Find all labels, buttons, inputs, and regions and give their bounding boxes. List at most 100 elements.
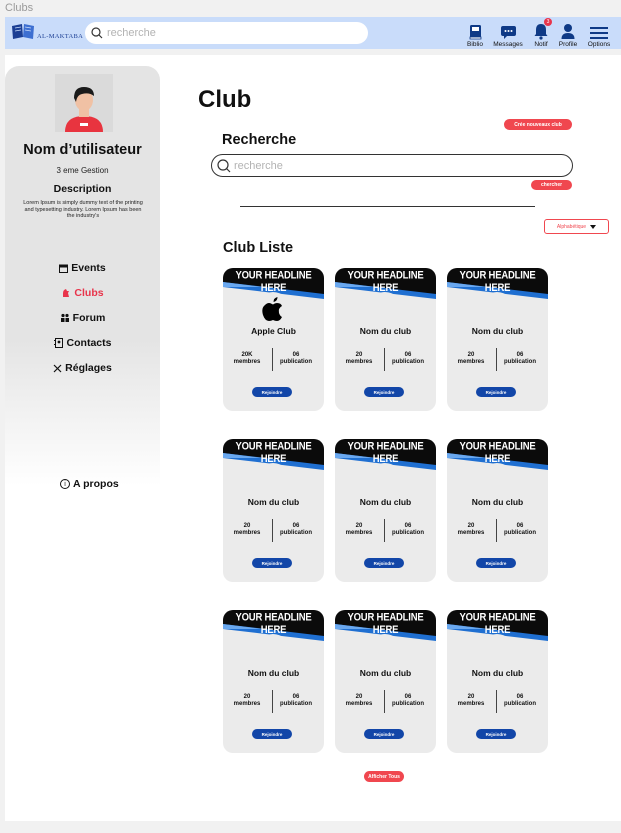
members-stat: 20 membres <box>451 523 491 537</box>
search-icon <box>91 27 103 39</box>
join-button[interactable]: Rejoindre <box>252 387 292 397</box>
publications-label: publication <box>280 530 312 536</box>
menu-icon <box>590 27 608 39</box>
join-button[interactable]: Rejoindre <box>252 729 292 739</box>
members-stat: 20 membres <box>339 523 379 537</box>
publications-count: 06 <box>292 523 300 529</box>
about-link[interactable]: i A propos <box>60 478 119 490</box>
sidebar-item-forum[interactable]: Forum <box>5 312 160 324</box>
message-icon <box>500 26 516 39</box>
sidebar-item-label: Events <box>71 262 106 274</box>
calendar-icon <box>59 264 69 273</box>
show-all-button[interactable]: Afficher Tous <box>364 771 404 782</box>
club-card[interactable]: YOUR HEADLINE HERE Nom du club 20 membres 06… <box>335 268 436 411</box>
club-name: Nom du club <box>471 497 524 507</box>
club-logo <box>480 463 514 497</box>
top-navbar: AL-MAKTABA Biblio Messages <box>5 17 621 49</box>
stat-divider <box>496 519 497 542</box>
club-card[interactable]: YOUR HEADLINE HERE Apple Club 20K membres 06… <box>223 268 324 411</box>
club-card[interactable]: YOUR HEADLINE HERE Nom du club 20 membres 06… <box>447 268 548 411</box>
club-search-input[interactable] <box>234 159 534 172</box>
sort-dropdown[interactable]: Alphabétique <box>544 219 609 234</box>
sidebar-item-clubs[interactable]: Clubs <box>5 287 160 299</box>
join-button[interactable]: Rejoindre <box>364 387 404 397</box>
join-button[interactable]: Rejoindre <box>364 729 404 739</box>
username: Nom d’utilisateur <box>23 142 142 158</box>
publications-stat: 06 publication <box>276 523 316 537</box>
sidebar-item-label: Réglages <box>65 362 112 374</box>
club-card[interactable]: YOUR HEADLINE HERE Nom du club 20 membres 06… <box>223 610 324 753</box>
top-search-input[interactable] <box>107 27 347 39</box>
members-count: 20 <box>467 523 475 529</box>
club-logo <box>480 634 514 668</box>
stat-divider <box>384 690 385 713</box>
members-stat: 20 membres <box>339 694 379 708</box>
members-stat: 20 membres <box>451 352 491 366</box>
members-count: 20 <box>467 352 475 358</box>
card-banner-text: YOUR HEADLINE HERE <box>459 269 536 295</box>
avatar[interactable] <box>55 74 113 132</box>
stat-divider <box>272 348 273 371</box>
publications-count: 06 <box>404 694 412 700</box>
publications-stat: 06 publication <box>388 523 428 537</box>
user-icon <box>561 24 575 39</box>
sidebar-item-contacts[interactable]: Contacts <box>5 337 160 349</box>
publications-label: publication <box>392 530 424 536</box>
nav-notif-label: Notif <box>534 41 548 48</box>
publications-count: 06 <box>404 352 412 358</box>
sidebar-item-label: Forum <box>72 312 106 324</box>
clubs-icon <box>63 289 70 297</box>
club-list-title: Club Liste <box>223 240 294 256</box>
publications-label: publication <box>280 701 312 707</box>
sidebar-item-events[interactable]: Events <box>5 262 160 274</box>
top-search-bar[interactable] <box>85 22 368 44</box>
stat-divider <box>384 519 385 542</box>
club-search-bar[interactable] <box>211 154 573 177</box>
publications-stat: 06 publication <box>388 694 428 708</box>
description-text: Lorem Ipsum is simply dummy text of the … <box>23 200 143 219</box>
search-section-title: Recherche <box>222 132 297 148</box>
divider <box>240 206 535 207</box>
join-button[interactable]: Rejoindre <box>476 729 516 739</box>
nav-messages-label: Messages <box>493 41 523 48</box>
members-stat: 20 membres <box>227 523 267 537</box>
forum-icon <box>60 313 69 322</box>
club-logo <box>368 463 402 497</box>
publications-stat: 06 publication <box>388 352 428 366</box>
publications-stat: 06 publication <box>276 352 316 366</box>
join-button[interactable]: Rejoindre <box>364 558 404 568</box>
join-button[interactable]: Rejoindre <box>252 558 292 568</box>
join-button[interactable]: Rejoindre <box>476 387 516 397</box>
nav-profile-label: Profile <box>558 41 578 48</box>
members-stat: 20K membres <box>227 352 267 366</box>
stat-divider <box>272 690 273 713</box>
club-name: Nom du club <box>359 326 412 336</box>
club-card[interactable]: YOUR HEADLINE HERE Nom du club 20 membres 06… <box>223 439 324 582</box>
sidebar-item-settings[interactable]: Réglages <box>5 362 160 374</box>
club-card[interactable]: YOUR HEADLINE HERE Nom du club 20 membres 06… <box>447 439 548 582</box>
search-icon <box>217 158 231 172</box>
club-card[interactable]: YOUR HEADLINE HERE Nom du club 20 membres 06… <box>447 610 548 753</box>
publications-label: publication <box>504 359 536 365</box>
members-label: membres <box>345 530 373 536</box>
frame-label: Clubs <box>5 2 34 14</box>
join-button[interactable]: Rejoindre <box>476 558 516 568</box>
club-card[interactable]: YOUR HEADLINE HERE Nom du club 20 membres 06… <box>335 610 436 753</box>
book-icon <box>469 25 481 40</box>
card-banner-text: YOUR HEADLINE HERE <box>347 440 424 466</box>
stat-divider <box>496 690 497 713</box>
club-card[interactable]: YOUR HEADLINE HERE Nom du club 20 membres 06… <box>335 439 436 582</box>
publications-label: publication <box>392 359 424 365</box>
members-label: membres <box>233 359 261 365</box>
sidebar-item-label: Contacts <box>66 337 112 349</box>
club-name: Nom du club <box>471 326 524 336</box>
logo[interactable]: AL-MAKTABA <box>11 23 83 40</box>
publications-label: publication <box>280 359 312 365</box>
publications-count: 06 <box>516 694 524 700</box>
publications-stat: 06 publication <box>276 694 316 708</box>
create-club-button[interactable]: Crée nouveaux club <box>504 119 572 130</box>
nav-options[interactable]: Options <box>579 20 619 48</box>
publications-stat: 06 publication <box>500 694 540 708</box>
search-button[interactable]: chercher <box>531 180 572 190</box>
info-icon: i <box>60 479 70 489</box>
